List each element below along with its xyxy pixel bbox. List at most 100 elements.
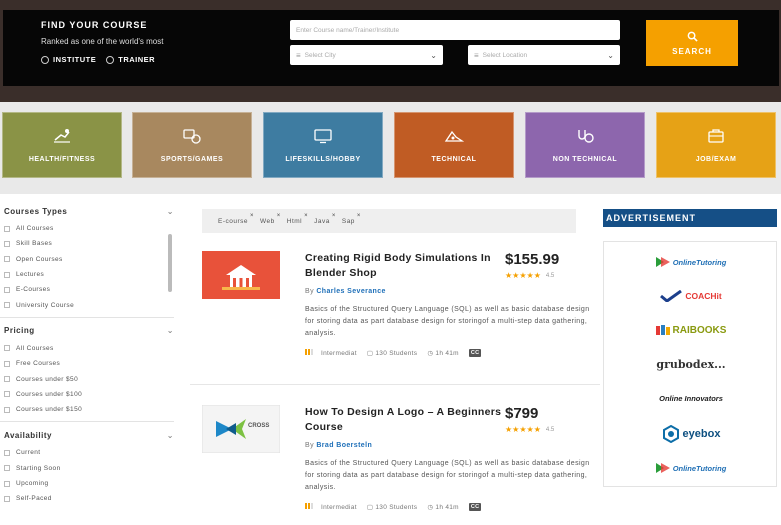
- chevron-down-icon: ⌄: [430, 50, 437, 60]
- category-technical[interactable]: TECHNICAL: [394, 112, 514, 178]
- category-lifeskills-hobby[interactable]: LIFESKILLS/HOBBY: [263, 112, 383, 178]
- course-rating: ★★★★★ 4.5: [505, 425, 554, 434]
- ad-logo-online-tutoring[interactable]: OnlineTutoring: [604, 252, 778, 272]
- filter-option[interactable]: All Courses: [0, 221, 178, 236]
- checkbox-icon: [4, 449, 10, 456]
- search-button[interactable]: SEARCH: [646, 20, 738, 66]
- closed-caption-badge: CC: [468, 349, 482, 357]
- filter-option[interactable]: Skill Bases: [0, 236, 178, 251]
- course-meta: Intermediat ▢ 130 Students ◷ 1h 41m CC: [305, 503, 482, 511]
- checkbox-icon: [4, 256, 10, 263]
- tag-chip[interactable]: Java ×: [314, 213, 335, 225]
- list-icon: ≡: [296, 50, 301, 60]
- category-health-fitness[interactable]: HEALTH/FITNESS: [2, 112, 122, 178]
- filter-option[interactable]: Courses under $100: [0, 387, 178, 402]
- radio-circle-icon: [106, 55, 115, 64]
- course-search-input[interactable]: Enter Course name/Trainer/Institute: [290, 20, 620, 40]
- filter-option[interactable]: Self-Paced: [0, 491, 178, 506]
- close-icon[interactable]: ×: [332, 213, 336, 219]
- search-type-radios: INSTITUTE TRAINER: [41, 55, 155, 64]
- course-thumbnail[interactable]: CROSS: [202, 405, 280, 453]
- filter-scrollbar[interactable]: [168, 234, 172, 292]
- user-icon: ▢: [366, 504, 374, 511]
- checkbox-icon: [4, 345, 10, 352]
- ad-logo-online-tutoring-2[interactable]: OnlineTutoring: [604, 458, 778, 478]
- thumbnail-logo-text: CROSS: [248, 423, 269, 429]
- city-select[interactable]: ≡ Select City ⌄: [290, 45, 443, 65]
- course-duration: ◷ 1h 41m: [427, 504, 459, 511]
- search-hero: FIND YOUR COURSE Ranked as one of the wo…: [0, 0, 781, 102]
- filter-option[interactable]: Upcoming: [0, 476, 178, 491]
- ad-logo-grubodex[interactable]: grubodex...: [604, 354, 778, 374]
- ad-logo-eyebox[interactable]: eyebox: [604, 424, 778, 444]
- checkbox-icon: [4, 406, 10, 413]
- filter-option[interactable]: University Course: [0, 297, 178, 312]
- tag-chip[interactable]: E-course ×: [218, 213, 254, 225]
- star-icon: ★★★★★: [505, 425, 541, 434]
- course-students: ▢ 130 Students: [366, 350, 418, 357]
- filter-option[interactable]: Courses under $150: [0, 402, 178, 417]
- tag-chip[interactable]: Html ×: [287, 213, 308, 225]
- closed-caption-badge: CC: [468, 503, 482, 511]
- course-description: Basics of the Structured Query Language …: [305, 460, 590, 491]
- list-icon: ≡: [474, 50, 479, 60]
- user-icon: ▢: [366, 350, 374, 357]
- category-non-technical[interactable]: NON TECHNICAL: [525, 112, 645, 178]
- category-label: TECHNICAL: [431, 155, 477, 163]
- location-select-placeholder: Select Location: [482, 51, 528, 59]
- filter-option[interactable]: E-Courses: [0, 282, 178, 297]
- hexagon-icon: [662, 425, 679, 443]
- course-students: ▢ 130 Students: [366, 504, 418, 511]
- course-price: $799: [505, 405, 539, 422]
- checkbox-icon: [4, 271, 10, 278]
- filter-section-courses-types-header[interactable]: Courses Types ⌄: [0, 204, 178, 218]
- ad-logo-online-innovators[interactable]: Online Innovators: [604, 388, 778, 408]
- clock-icon: ◷: [427, 350, 434, 357]
- checkbox-icon: [4, 495, 10, 502]
- checkbox-icon: [4, 465, 10, 472]
- ad-logo-raibooks[interactable]: RAIBOOKS: [604, 320, 778, 340]
- location-select[interactable]: ≡ Select Location ⌄: [468, 45, 620, 65]
- advertisement-header: ADVERTISEMENT: [603, 209, 777, 227]
- radio-trainer[interactable]: TRAINER: [106, 55, 155, 64]
- filter-option[interactable]: Starting Soon: [0, 461, 178, 476]
- search-button-label: SEARCH: [672, 46, 712, 56]
- filter-section-availability-header[interactable]: Availability ⌄: [0, 428, 178, 442]
- author-link[interactable]: Brad Boersteln: [316, 442, 372, 449]
- checkbox-icon: [4, 391, 10, 398]
- close-icon[interactable]: ×: [304, 213, 308, 219]
- clock-icon: ◷: [427, 504, 434, 511]
- ad-logo-coachit[interactable]: COACHit: [604, 286, 778, 306]
- rating-value: 4.5: [545, 272, 555, 279]
- category-sports-games[interactable]: SPORTS/GAMES: [132, 112, 252, 178]
- course-level: Intermediat: [305, 349, 357, 357]
- divider: [0, 421, 174, 423]
- filter-option[interactable]: Free Courses: [0, 356, 178, 371]
- logo-mark-icon: [655, 257, 670, 267]
- chevron-down-icon: ⌄: [166, 430, 174, 440]
- filter-option[interactable]: Lectures: [0, 267, 178, 282]
- course-title[interactable]: Creating Rigid Body Simulations In Blend…: [305, 251, 505, 281]
- close-icon[interactable]: ×: [277, 213, 281, 219]
- course-title[interactable]: How To Design A Logo – A Beginners Cours…: [305, 405, 505, 435]
- radio-institute[interactable]: INSTITUTE: [41, 55, 96, 64]
- filter-section-pricing-header[interactable]: Pricing ⌄: [0, 324, 178, 338]
- category-job-exam[interactable]: JOB/EXAM: [656, 112, 776, 178]
- filter-option[interactable]: Open Courses: [0, 252, 178, 267]
- non-technical-icon: [578, 129, 594, 143]
- close-icon[interactable]: ×: [357, 213, 361, 219]
- close-icon[interactable]: ×: [250, 213, 254, 219]
- radio-circle-icon: [41, 55, 49, 64]
- course-author: By Charles Severance: [305, 288, 386, 295]
- tag-chip[interactable]: Sap ×: [342, 213, 361, 225]
- tag-chip[interactable]: Web ×: [260, 213, 280, 225]
- author-link[interactable]: Charles Severance: [316, 288, 385, 295]
- star-icon: ★★★★★: [505, 271, 541, 280]
- filter-option[interactable]: All Courses: [0, 341, 178, 356]
- course-thumbnail[interactable]: [202, 251, 280, 299]
- course-rating: ★★★★★ 4.5: [505, 271, 554, 280]
- filter-option[interactable]: Courses under $50: [0, 371, 178, 386]
- category-label: LIFESKILLS/HOBBY: [285, 155, 361, 163]
- course-author: By Brad Boersteln: [305, 442, 373, 449]
- filter-option[interactable]: Current: [0, 445, 178, 460]
